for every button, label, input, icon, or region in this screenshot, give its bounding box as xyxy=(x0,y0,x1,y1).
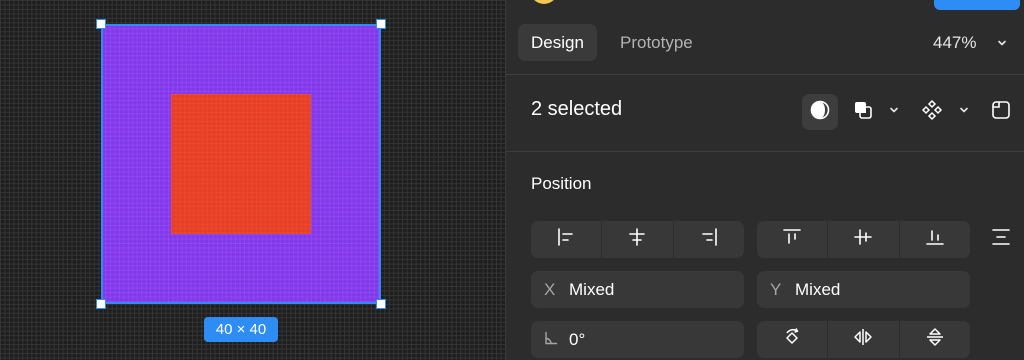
boolean-options-dropdown[interactable] xyxy=(887,104,901,120)
design-canvas[interactable]: 40 × 40 xyxy=(0,0,505,360)
rotation-angle-icon xyxy=(544,330,569,350)
align-vertical-center-icon xyxy=(852,226,874,253)
rotate-button[interactable] xyxy=(757,321,827,358)
zoom-level[interactable]: 447% xyxy=(933,24,976,61)
y-position-field[interactable]: Y Mixed xyxy=(757,271,970,308)
y-value[interactable]: Mixed xyxy=(795,280,840,300)
align-vertical-center-button[interactable] xyxy=(827,221,898,258)
rotate-icon xyxy=(781,326,803,353)
flip-horizontal-button[interactable] xyxy=(827,321,898,358)
horizontal-align-group xyxy=(531,221,744,258)
boolean-operation-button[interactable] xyxy=(851,100,875,124)
properties-panel: Design Prototype 447% 2 selected Positio… xyxy=(505,0,1024,360)
tab-design[interactable]: Design xyxy=(518,24,597,61)
x-position-field[interactable]: X Mixed xyxy=(531,271,744,308)
selection-title: 2 selected xyxy=(531,98,623,120)
dimensions-badge: 40 × 40 xyxy=(204,317,278,342)
align-left-button[interactable] xyxy=(531,221,601,258)
align-top-button[interactable] xyxy=(757,221,827,258)
align-horizontal-center-icon xyxy=(626,226,648,253)
resize-handle-bottom-left[interactable] xyxy=(96,299,106,309)
chevron-down-icon[interactable] xyxy=(996,36,1008,54)
align-horizontal-center-button[interactable] xyxy=(601,221,672,258)
user-avatar[interactable] xyxy=(530,0,558,4)
position-section-title: Position xyxy=(531,174,592,193)
component-icon xyxy=(921,99,943,126)
resize-handle-bottom-right[interactable] xyxy=(376,299,386,309)
distribute-spacing-button[interactable] xyxy=(989,227,1013,251)
y-label: Y xyxy=(770,279,782,299)
align-left-icon xyxy=(555,226,577,253)
resize-handle-top-right[interactable] xyxy=(376,19,386,29)
align-top-icon xyxy=(781,226,803,253)
chevron-down-icon xyxy=(888,103,900,121)
purple-frame[interactable] xyxy=(101,24,381,304)
divider xyxy=(506,74,1024,75)
align-bottom-button[interactable] xyxy=(898,221,970,258)
component-options-dropdown[interactable] xyxy=(957,104,971,120)
rotation-field[interactable]: 0° xyxy=(531,321,744,358)
transform-group xyxy=(757,321,970,358)
tab-prototype[interactable]: Prototype xyxy=(607,24,706,61)
divider xyxy=(506,151,1024,152)
distribute-spacing-icon xyxy=(990,226,1012,253)
boolean-union-icon xyxy=(852,99,874,126)
x-label: X xyxy=(544,279,556,299)
rotation-value[interactable]: 0° xyxy=(569,330,585,350)
frame-selection-icon xyxy=(990,99,1012,126)
align-right-icon xyxy=(698,226,720,253)
frame-selection-button[interactable] xyxy=(989,100,1013,124)
mask-button[interactable] xyxy=(802,94,838,130)
flip-horizontal-icon xyxy=(852,326,874,353)
red-rectangle[interactable] xyxy=(171,94,311,234)
align-right-button[interactable] xyxy=(672,221,744,258)
share-button[interactable] xyxy=(934,0,1020,10)
align-bottom-icon xyxy=(924,226,946,253)
resize-handle-top-left[interactable] xyxy=(96,19,106,29)
chevron-down-icon xyxy=(958,103,970,121)
mask-icon xyxy=(809,99,831,126)
flip-vertical-icon xyxy=(924,326,946,353)
create-component-button[interactable] xyxy=(920,99,944,126)
vertical-align-group xyxy=(757,221,970,258)
flip-vertical-button[interactable] xyxy=(898,321,970,358)
x-value[interactable]: Mixed xyxy=(569,280,614,300)
